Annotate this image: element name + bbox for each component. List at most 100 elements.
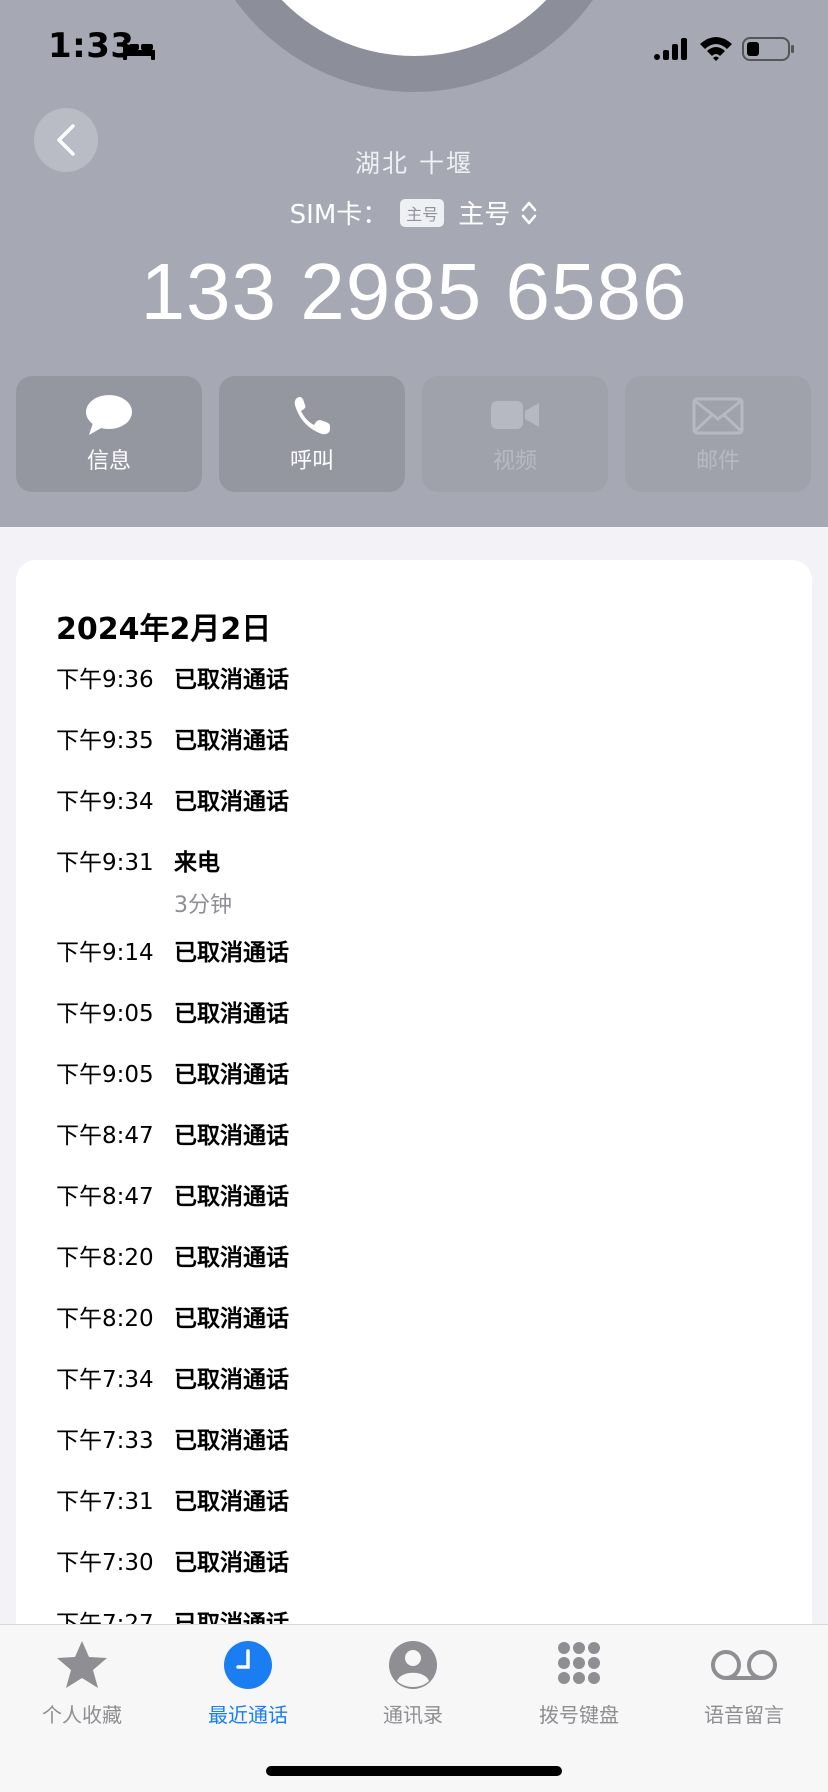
action-buttons: 信息 呼叫 视频 邮件	[16, 376, 812, 492]
call-status-text: 已取消通话	[174, 789, 289, 815]
mail-icon	[692, 397, 744, 435]
sim-label: SIM卡：	[289, 200, 389, 230]
call-status: 已取消通话	[174, 1482, 289, 1516]
call-status: 已取消通话	[174, 994, 289, 1028]
contact-location: 湖北 十堰	[355, 149, 473, 178]
call-list: 下午9:36 已取消通话 下午9:35 已取消通话 下午9:34 已取消通话 下午9:31 来…	[56, 660, 756, 1665]
call-row: 下午7:30 已取消通话	[56, 1543, 756, 1604]
call-status: 已取消通话	[174, 1238, 289, 1272]
call-status-text: 已取消通话	[174, 1062, 289, 1088]
call-status-text: 已取消通话	[174, 1367, 289, 1393]
sim-badge: 主号	[400, 198, 445, 227]
voicemail-icon	[711, 1650, 777, 1680]
tab-favorites[interactable]: 个人收藏	[2, 1639, 162, 1728]
call-time: 下午8:47	[56, 1123, 154, 1149]
call-row: 下午8:47 已取消通话	[56, 1116, 756, 1177]
call-status: 已取消通话	[174, 1421, 289, 1455]
call-time: 下午9:35	[56, 728, 154, 754]
call-status: 已取消通话	[174, 1116, 289, 1150]
call-time: 下午8:20	[56, 1306, 154, 1332]
tab-keypad-label: 拨号键盘	[539, 1703, 619, 1727]
tab-keypad[interactable]: 拨号键盘	[499, 1639, 659, 1728]
tab-recents[interactable]: 最近通话	[168, 1639, 328, 1728]
call-status-text: 已取消通话	[174, 1245, 289, 1271]
call-time: 下午8:20	[56, 1245, 154, 1271]
tab-recents-label: 最近通话	[208, 1703, 288, 1727]
call-status-text: 已取消通话	[174, 1123, 289, 1149]
call-time: 下午9:36	[56, 667, 154, 693]
phone-icon	[294, 397, 330, 435]
tab-favorites-label: 个人收藏	[42, 1703, 122, 1727]
signal-icon	[654, 38, 687, 60]
call-status-text: 已取消通话	[174, 1489, 289, 1515]
chevron-up-down-icon	[522, 201, 537, 224]
call-status-text: 已取消通话	[174, 667, 289, 693]
call-status-text: 已取消通话	[174, 1184, 289, 1210]
call-row: 下午9:05 已取消通话	[56, 1055, 756, 1116]
call-status: 已取消通话	[174, 1360, 289, 1394]
call-time: 下午7:34	[56, 1367, 154, 1393]
call-time: 下午8:47	[56, 1184, 154, 1210]
sim-value: 主号	[458, 200, 511, 230]
call-row: 下午7:33 已取消通话	[56, 1421, 756, 1482]
call-status-text: 已取消通话	[174, 940, 289, 966]
tab-contacts[interactable]: 通讯录	[333, 1639, 493, 1728]
call-time: 下午9:14	[56, 940, 154, 966]
keypad-icon	[558, 1642, 600, 1684]
call-row: 下午8:20 已取消通话	[56, 1299, 756, 1360]
message-button[interactable]: 信息	[16, 376, 202, 492]
call-time: 下午7:33	[56, 1428, 154, 1454]
call-row: 下午9:35 已取消通话	[56, 721, 756, 782]
call-status: 已取消通话	[174, 660, 289, 694]
tab-contacts-label: 通讯录	[383, 1703, 443, 1727]
sim-selector[interactable]: SIM卡： 主号 主号	[0, 194, 828, 231]
call-time: 下午7:31	[56, 1489, 154, 1515]
call-row: 下午7:31 已取消通话	[56, 1482, 756, 1543]
video-label: 视频	[492, 449, 537, 474]
tab-voicemail-label: 语音留言	[704, 1703, 784, 1727]
call-button[interactable]: 呼叫	[219, 376, 405, 492]
call-status-text: 已取消通话	[174, 728, 289, 754]
call-status: 已取消通话	[174, 1299, 289, 1333]
contact-header: 1:33 湖北 十堰 SIM卡： 主号 主号 133 2985 6586 信息 …	[0, 0, 828, 527]
call-status: 已取消通话	[174, 721, 289, 755]
call-time: 下午9:34	[56, 789, 154, 815]
message-icon	[86, 395, 132, 435]
call-row: 下午9:36 已取消通话	[56, 660, 756, 721]
home-indicator	[266, 1766, 562, 1776]
call-row: 下午7:34 已取消通话	[56, 1360, 756, 1421]
call-row: 下午9:34 已取消通话	[56, 782, 756, 843]
call-time: 下午9:05	[56, 1062, 154, 1088]
call-status: 已取消通话	[174, 782, 289, 816]
wifi-icon	[700, 37, 732, 61]
call-row: 下午9:14 已取消通话	[56, 933, 756, 994]
call-status: 已取消通话	[174, 933, 289, 967]
call-row: 下午9:31 来电 3分钟	[56, 843, 756, 933]
call-status: 已取消通话	[174, 1177, 289, 1211]
call-status: 已取消通话	[174, 1543, 289, 1577]
call-label: 呼叫	[289, 449, 334, 474]
call-history-card: 2024年2月2日 下午9:36 已取消通话 下午9:35 已取消通话 下午9:34 已取…	[16, 560, 812, 1792]
battery-icon	[742, 37, 794, 61]
call-time: 下午9:05	[56, 1001, 154, 1027]
call-status: 已取消通话	[174, 1055, 289, 1089]
call-time: 下午9:31	[56, 850, 154, 876]
call-date: 2024年2月2日	[56, 612, 272, 647]
mail-button[interactable]: 邮件	[625, 376, 811, 492]
call-status-text: 已取消通话	[174, 1306, 289, 1332]
call-row: 下午9:05 已取消通话	[56, 994, 756, 1055]
phone-number: 133 2985 6586	[140, 247, 688, 336]
call-status-text: 已取消通话	[174, 1428, 289, 1454]
call-time: 下午7:30	[56, 1550, 154, 1576]
call-status-text: 已取消通话	[174, 1550, 289, 1576]
call-row: 下午8:20 已取消通话	[56, 1238, 756, 1299]
bed-icon	[123, 40, 155, 60]
tab-voicemail[interactable]: 语音留言	[664, 1639, 824, 1728]
contact-icon	[389, 1641, 437, 1689]
call-status-text: 已取消通话	[174, 1001, 289, 1027]
star-icon	[57, 1641, 107, 1688]
call-status: 来电 3分钟	[174, 843, 232, 919]
video-icon	[491, 401, 539, 429]
video-button[interactable]: 视频	[422, 376, 608, 492]
message-label: 信息	[86, 449, 131, 474]
